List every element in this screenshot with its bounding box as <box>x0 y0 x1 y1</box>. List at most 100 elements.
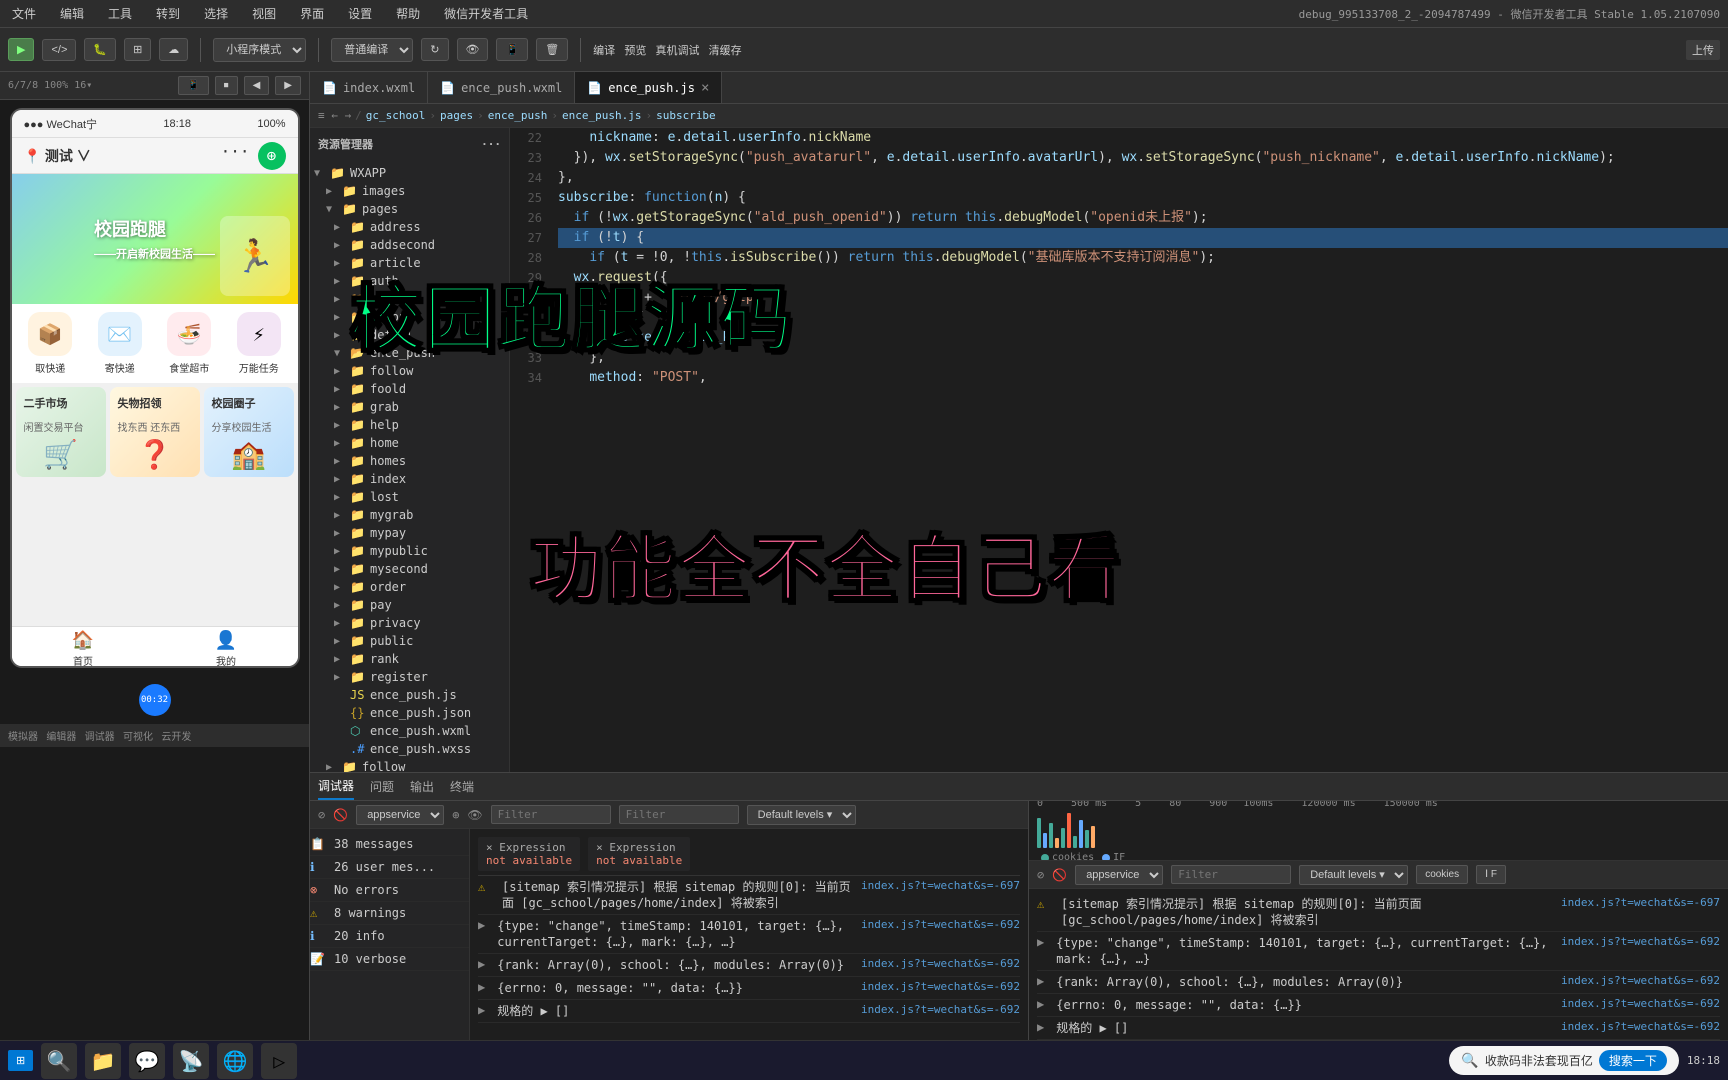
tree-public[interactable]: ▶📁public <box>310 632 509 650</box>
console-clear[interactable]: 🚫 <box>333 808 348 822</box>
tree-mysecond[interactable]: ▶📁mysecond <box>310 560 509 578</box>
msg-source-4[interactable]: index.js?t=wechat&s=-692 <box>861 1003 1020 1016</box>
menu-tools[interactable]: 工具 <box>104 3 136 24</box>
net-src-2[interactable]: index.js?t=wechat&s=-692 <box>1561 974 1720 987</box>
expression-close-1[interactable]: × Expression <box>596 841 682 854</box>
msg-expand-1[interactable]: ▶ <box>478 918 485 932</box>
realdevice-button[interactable]: 📱 <box>496 38 528 61</box>
net-stop[interactable]: ⊘ <box>1037 868 1044 882</box>
breadcrumb-gc-school[interactable]: gc_school <box>366 109 426 122</box>
upload-button[interactable]: 上传 <box>1686 40 1720 60</box>
tree-more-follow[interactable]: ▶📁follow <box>310 758 509 772</box>
msg-source-0[interactable]: index.js?t=wechat&s=-697 <box>861 879 1020 892</box>
menu-interface[interactable]: 界面 <box>296 3 328 24</box>
card-xiaoyuan[interactable]: 校园圈子 分享校园生活 🏫 <box>204 387 294 477</box>
tree-canteen[interactable]: ▶📁canteen <box>310 290 509 308</box>
net-cookies-btn[interactable]: cookies <box>1416 865 1468 884</box>
tree-order[interactable]: ▶📁order <box>310 578 509 596</box>
taskbar-app-0[interactable]: 🔍 <box>41 1043 77 1079</box>
tab-terminal[interactable]: 终端 <box>450 774 474 799</box>
net-expand-1[interactable]: ▶ <box>1037 935 1044 949</box>
sim-prev-btn[interactable]: ◀ <box>244 76 270 95</box>
tree-mypay[interactable]: ▶📁mypay <box>310 524 509 542</box>
start-button[interactable]: ⊞ <box>8 1050 33 1071</box>
icon-qukuaidi[interactable]: 📦 取快递 <box>20 312 80 375</box>
net-expand-2[interactable]: ▶ <box>1037 974 1044 988</box>
expression-close-0[interactable]: × Expression <box>486 841 572 854</box>
menu-wechat-dev[interactable]: 微信开发者工具 <box>440 3 532 24</box>
msg-expand-4[interactable]: ▶ <box>478 1003 485 1017</box>
net-clear[interactable]: 🚫 <box>1052 868 1067 882</box>
icon-wanneng[interactable]: ⚡ 万能任务 <box>229 312 289 375</box>
tree-ence-push-json[interactable]: {} ence_push.json <box>310 704 509 722</box>
clearcache-button[interactable]: 🗑 <box>536 38 568 61</box>
tree-help[interactable]: ▶📁help <box>310 416 509 434</box>
msg-group-warnings[interactable]: ⚠ 8 warnings <box>310 902 469 925</box>
tab-index-wxml[interactable]: 📄 index.wxml <box>310 72 428 104</box>
tree-rank[interactable]: ▶📁rank <box>310 650 509 668</box>
tree-detail[interactable]: ▶📁detail <box>310 326 509 344</box>
msg-group-all[interactable]: 📋 38 messages <box>310 833 469 856</box>
tree-lost[interactable]: ▶📁lost <box>310 488 509 506</box>
level-select[interactable]: Default levels ▾ <box>747 805 856 825</box>
taskbar-app-1[interactable]: 📁 <box>85 1043 121 1079</box>
tree-addsecond[interactable]: ▶📁addsecond <box>310 236 509 254</box>
tab-debugger[interactable]: 调试器 <box>318 773 354 800</box>
add-icon[interactable]: ⊕ <box>258 142 286 170</box>
net-src-1[interactable]: index.js?t=wechat&s=-692 <box>1561 935 1720 948</box>
menu-file[interactable]: 文件 <box>8 3 40 24</box>
tab-close-2[interactable]: × <box>701 80 709 96</box>
tree-ence-push-wxss[interactable]: .# ence_push.wxss <box>310 740 509 758</box>
tree-ence-push-wxml[interactable]: ⬡ ence_push.wxml <box>310 722 509 740</box>
play-button[interactable]: ▶ <box>8 38 34 61</box>
tree-follow[interactable]: ▶📁follow <box>310 362 509 380</box>
tree-register[interactable]: ▶📁register <box>310 668 509 686</box>
tree-auth[interactable]: ▶📁auth <box>310 272 509 290</box>
location-text[interactable]: 📍 测试 ∨ <box>24 146 91 166</box>
sim-next-btn[interactable]: ▶ <box>275 76 301 95</box>
preview-button[interactable]: 👁 <box>457 38 489 61</box>
card-ershi[interactable]: 二手市场 闲置交易平台 🛒 <box>16 387 106 477</box>
net-expand-4[interactable]: ▶ <box>1037 1020 1044 1034</box>
code-button[interactable]: </> <box>42 39 76 61</box>
tree-ence_push[interactable]: ▼📂ence_push <box>310 344 509 362</box>
breadcrumb-pages[interactable]: pages <box>440 109 473 122</box>
tree-home[interactable]: ▶📁home <box>310 434 509 452</box>
console-filter-input[interactable] <box>491 805 611 824</box>
appservice-eye[interactable]: 👁 <box>467 808 482 822</box>
card-shiwu[interactable]: 失物招领 找东西 还东西 ❓ <box>110 387 200 477</box>
msg-source-3[interactable]: index.js?t=wechat&s=-692 <box>861 980 1020 993</box>
taskbar-app-3[interactable]: 📡 <box>173 1043 209 1079</box>
breadcrumb-ence-push[interactable]: ence_push <box>488 109 548 122</box>
msg-source-2[interactable]: index.js?t=wechat&s=-692 <box>861 957 1020 970</box>
tree-privacy[interactable]: ▶📁privacy <box>310 614 509 632</box>
more-icon[interactable]: ··· <box>221 142 250 170</box>
taskbar-app-4[interactable]: 🌐 <box>217 1043 253 1079</box>
msg-group-user[interactable]: ℹ 26 user mes... <box>310 856 469 879</box>
net-filter-input[interactable] <box>1171 865 1291 884</box>
net-expand-3[interactable]: ▶ <box>1037 997 1044 1011</box>
tree-index[interactable]: ▶📁index <box>310 470 509 488</box>
menu-select[interactable]: 选择 <box>200 3 232 24</box>
tree-cupon[interactable]: ▶📁cupon <box>310 308 509 326</box>
sim-icon-btn[interactable]: 📱 <box>178 76 208 95</box>
menu-view[interactable]: 视图 <box>248 3 280 24</box>
code-editor[interactable]: 22 23 24 25 26 27 28 29 30 31 32 33 34 <box>510 128 1728 772</box>
net-if-btn[interactable]: Ⅰ F <box>1476 865 1506 884</box>
msg-group-errors[interactable]: ⊗ No errors <box>310 879 469 902</box>
taskbar-app-2[interactable]: 💬 <box>129 1043 165 1079</box>
appservice-toggle[interactable]: ⊕ <box>452 808 459 822</box>
menu-edit[interactable]: 编辑 <box>56 3 88 24</box>
tree-article[interactable]: ▶📁article <box>310 254 509 272</box>
tree-images[interactable]: ▶ 📁 images <box>310 182 509 200</box>
msg-group-verbose[interactable]: 📝 10 verbose <box>310 948 469 971</box>
bottom-home[interactable]: 🏠 首页 <box>72 630 94 668</box>
refresh-button[interactable]: ↻ <box>421 38 448 61</box>
msg-group-info[interactable]: ℹ 20 info <box>310 925 469 948</box>
net-src-0[interactable]: index.js?t=wechat&s=-697 <box>1561 896 1720 909</box>
taskbar-app-5[interactable]: ▷ <box>261 1043 297 1079</box>
tree-homes[interactable]: ▶📁homes <box>310 452 509 470</box>
icon-shitang[interactable]: 🍜 食堂超市 <box>159 312 219 375</box>
debug-button[interactable]: 🐛 <box>84 38 116 61</box>
breadcrumb-fn[interactable]: subscribe <box>656 109 716 122</box>
